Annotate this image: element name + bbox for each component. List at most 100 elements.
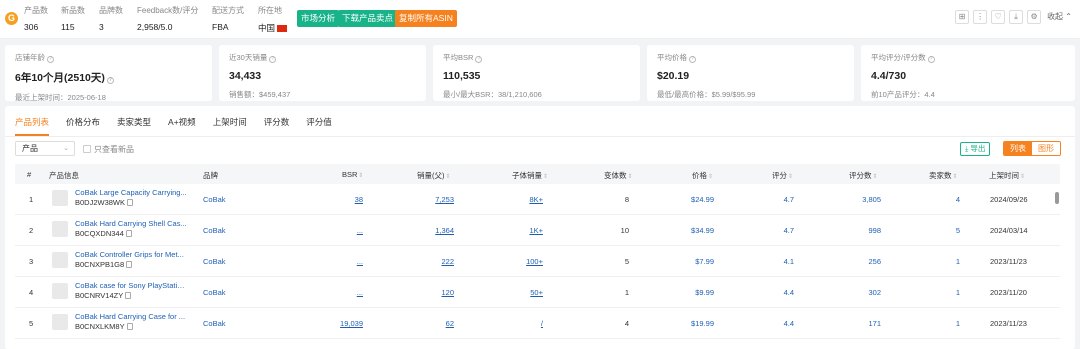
tab-bar: 产品列表 价格分布 卖家类型 A+视频 上架时间 评分数 评分值 <box>15 116 332 128</box>
help-icon[interactable]: ? <box>269 56 277 63</box>
product-thumbnail[interactable] <box>52 314 68 330</box>
brand-link[interactable]: CoBak <box>203 288 226 297</box>
product-thumbnail[interactable] <box>52 221 68 237</box>
bsr-value[interactable]: ... <box>357 226 363 235</box>
col-price[interactable]: 价格⇕ <box>692 170 713 181</box>
child-sales-value[interactable]: 50+ <box>530 288 543 297</box>
sort-icon[interactable]: ⇕ <box>628 174 633 180</box>
child-sales-value[interactable]: / <box>541 319 543 328</box>
col-sales[interactable]: 销量(父)⇕ <box>417 170 451 181</box>
bsr-value[interactable]: ... <box>357 257 363 266</box>
tab-product-list[interactable]: 产品列表 <box>15 116 49 128</box>
tab-listing-date[interactable]: 上架时间 <box>213 116 247 128</box>
brand-link[interactable]: CoBak <box>203 257 226 266</box>
heart-icon[interactable]: ♡ <box>991 10 1006 24</box>
sort-icon[interactable]: ⇕ <box>953 174 958 180</box>
view-list-button[interactable]: 列表 <box>1004 142 1032 155</box>
copy-all-asin-button[interactable]: 复制所有ASIN <box>395 10 457 27</box>
scrollbar[interactable] <box>1055 192 1059 204</box>
bsr-value[interactable]: 38 <box>355 195 363 204</box>
child-sales-value[interactable]: 100+ <box>526 257 543 266</box>
sort-icon[interactable]: ⇕ <box>446 174 451 180</box>
col-rating-count[interactable]: 评分数⇕ <box>849 170 878 181</box>
brand-link[interactable]: CoBak <box>203 195 226 204</box>
sales-value[interactable]: 62 <box>446 319 454 328</box>
tab-aplus-video[interactable]: A+视频 <box>168 116 196 128</box>
product-title-link[interactable]: CoBak case for Sony PlayStatio... <box>75 281 187 290</box>
product-title-link[interactable]: CoBak Large Capacity Carrying... <box>75 188 187 197</box>
child-sales-value[interactable]: 1K+ <box>529 226 543 235</box>
product-thumbnail[interactable] <box>52 190 68 206</box>
sort-icon[interactable]: ⇕ <box>543 174 548 180</box>
product-title-link[interactable]: CoBak Controller Grips for Met... <box>75 250 187 259</box>
help-icon[interactable]: ? <box>106 77 114 84</box>
sales-value[interactable]: 222 <box>441 257 454 266</box>
row-index: 1 <box>29 195 34 204</box>
rating-count-value: 171 <box>868 319 881 328</box>
sort-icon[interactable]: ⇕ <box>788 174 793 180</box>
type-select[interactable]: 产品 ⌄ <box>15 141 75 156</box>
tab-rating-count[interactable]: 评分数 <box>264 116 290 128</box>
variants-value: 5 <box>624 257 629 266</box>
view-chart-button[interactable]: 图形 <box>1032 142 1060 155</box>
collapse-button[interactable]: 收起 ⌃ <box>1047 10 1072 24</box>
settings-icon[interactable]: ⚙ <box>1027 10 1042 24</box>
rating-value: 4.1 <box>783 257 794 266</box>
tab-seller-type[interactable]: 卖家类型 <box>117 116 151 128</box>
price-value: $24.99 <box>691 195 714 204</box>
brand-link[interactable]: CoBak <box>203 319 226 328</box>
product-thumbnail[interactable] <box>52 283 68 299</box>
download-icon[interactable]: ⤓ <box>1009 10 1024 24</box>
col-variants[interactable]: 变体数⇕ <box>604 170 633 181</box>
tab-rating-value[interactable]: 评分值 <box>306 116 332 128</box>
sales-value[interactable]: 7,253 <box>435 195 454 204</box>
price-value: $19.99 <box>691 319 714 328</box>
card-store-age: 店铺年龄? 6年10个月(2510天)? 最近上架时间：2025-06-18 <box>5 45 212 102</box>
copy-icon[interactable] <box>126 323 133 330</box>
brand-link[interactable]: CoBak <box>203 226 226 235</box>
sort-icon[interactable]: ⇕ <box>873 174 878 180</box>
help-icon[interactable]: ? <box>927 56 935 63</box>
child-sales-value[interactable]: 8K+ <box>529 195 543 204</box>
col-bsr[interactable]: BSR⇕ <box>342 170 363 179</box>
product-thumbnail[interactable] <box>52 252 68 268</box>
copy-icon[interactable] <box>127 199 134 206</box>
bsr-value[interactable]: ... <box>357 288 363 297</box>
bsr-value[interactable]: 19,039 <box>340 319 363 328</box>
col-listing-date[interactable]: 上架时间⇕ <box>989 170 1025 181</box>
col-sellers[interactable]: 卖家数⇕ <box>929 170 958 181</box>
copy-icon[interactable] <box>125 230 132 237</box>
copy-icon[interactable] <box>126 261 133 268</box>
sales-value[interactable]: 1,364 <box>435 226 454 235</box>
help-icon[interactable]: ? <box>475 56 483 63</box>
help-icon[interactable]: ? <box>47 56 54 63</box>
sort-icon[interactable]: ⇕ <box>358 173 363 179</box>
export-button[interactable]: ⤓ 导出 <box>960 142 991 156</box>
sales-value[interactable]: 120 <box>441 288 454 297</box>
checkbox-box[interactable] <box>83 145 91 153</box>
tab-price-distribution[interactable]: 价格分布 <box>66 116 100 128</box>
sellers-value: 1 <box>955 288 960 297</box>
product-asin: B0DJ2W38WK <box>75 198 134 207</box>
download-selling-points-button[interactable]: 下载产品卖点 <box>338 10 398 27</box>
chevron-down-icon: ⌄ <box>63 145 69 152</box>
sort-icon[interactable]: ⇕ <box>1020 174 1025 180</box>
rating-value: 4.7 <box>783 195 794 204</box>
col-rating[interactable]: 评分⇕ <box>772 170 793 181</box>
product-title-link[interactable]: CoBak Hard Carrying Shell Cas... <box>75 219 187 228</box>
card-30day-sales: 近30天销量? 34,433 销售额：$459,437 <box>219 45 426 101</box>
sort-icon[interactable]: ⇕ <box>708 174 713 180</box>
product-title-link[interactable]: CoBak Hard Carrying Case for ... <box>75 312 187 321</box>
new-only-checkbox[interactable]: 只查看新品 <box>83 144 134 155</box>
card-avg-price: 平均价格? $20.19 最低/最高价格：$5.99/$95.99 <box>647 45 854 101</box>
copy-icon[interactable] <box>125 292 132 299</box>
market-analysis-button[interactable]: 市场分析 <box>297 10 340 27</box>
col-product-info: 产品信息 <box>49 171 79 180</box>
grid-icon[interactable]: ⊞ <box>955 10 970 24</box>
more-icon[interactable]: ⋮ <box>973 10 988 24</box>
col-child-sales[interactable]: 子体销量⇕ <box>512 170 548 181</box>
help-icon[interactable]: ? <box>689 56 696 63</box>
table-header: # 产品信息 品牌 BSR⇕ 销量(父)⇕ 子体销量⇕ 变体数⇕ 价格⇕ 评分⇕… <box>15 164 1060 184</box>
product-panel: 产品列表 价格分布 卖家类型 A+视频 上架时间 评分数 评分值 产品 ⌄ 只查看… <box>5 106 1075 349</box>
table-row: 5 CoBak Hard Carrying Case for ... B0CNXLK… <box>15 308 1060 339</box>
